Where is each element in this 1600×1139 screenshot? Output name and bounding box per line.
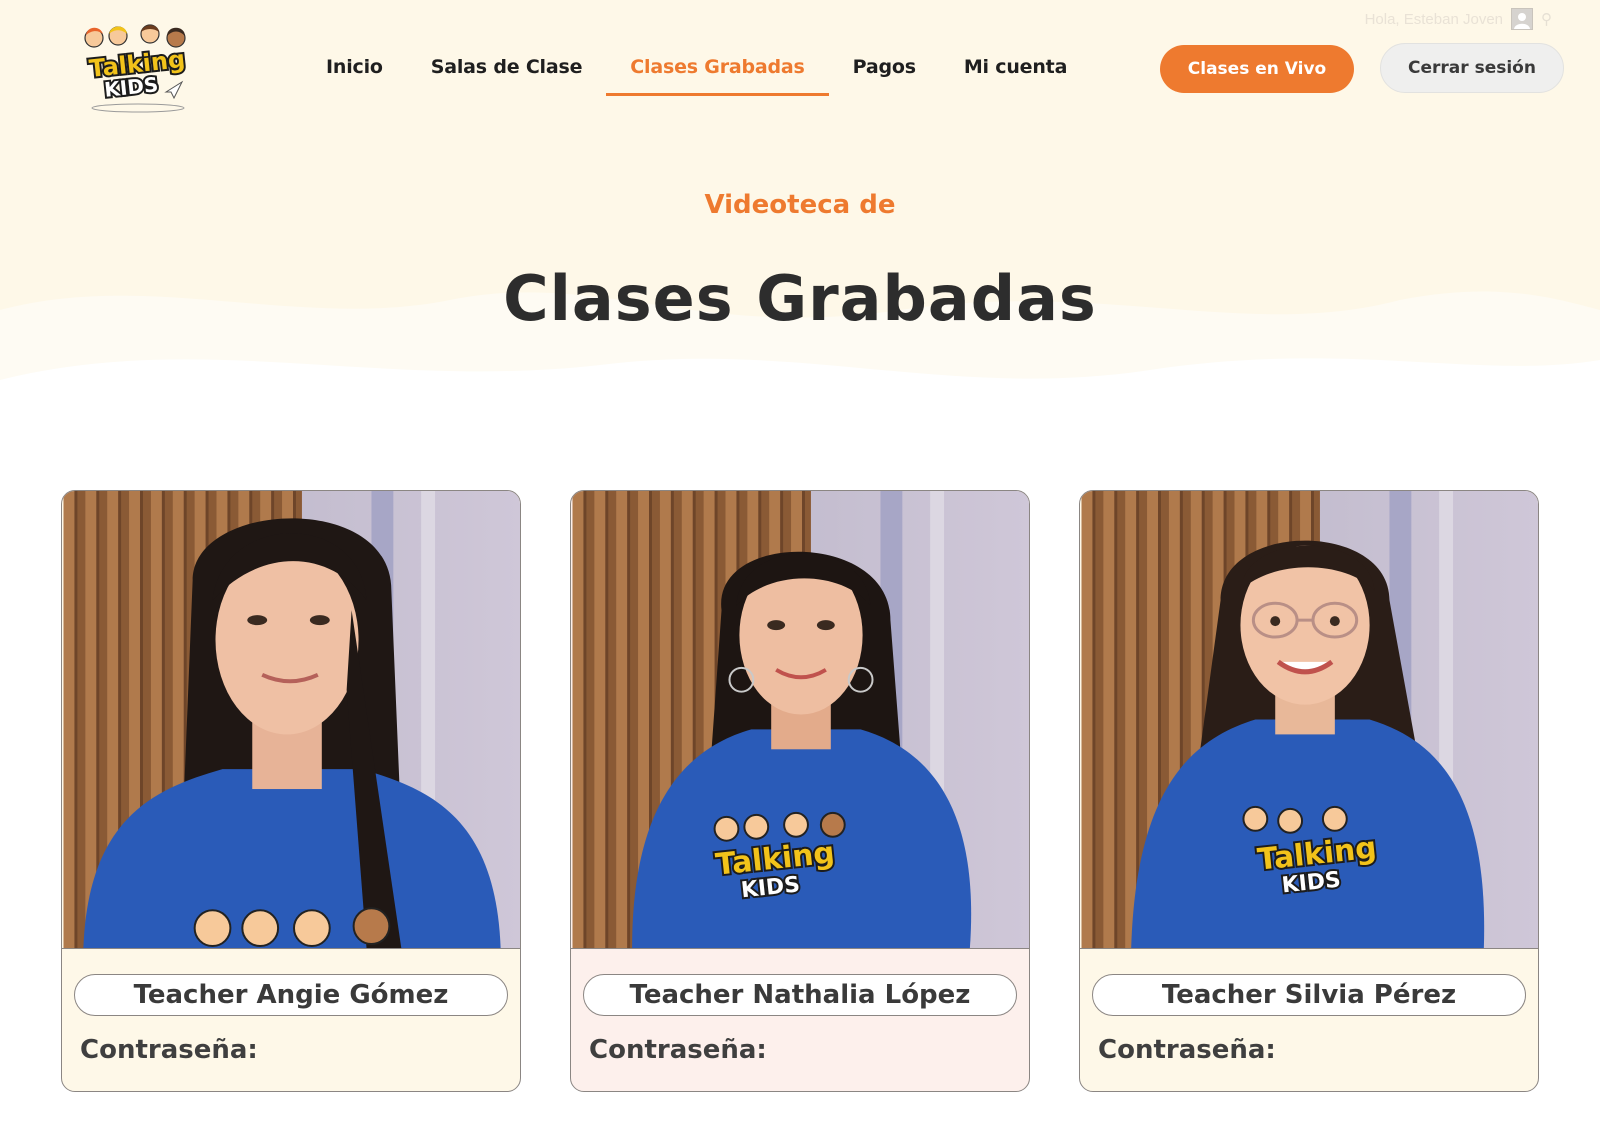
search-icon[interactable]: ⚲ <box>1541 10 1552 28</box>
svg-text:KIDS: KIDS <box>103 72 159 102</box>
user-greeting[interactable]: Hola, Esteban Joven ⚲ <box>1365 8 1552 30</box>
clases-en-vivo-button[interactable]: Clases en Vivo <box>1160 45 1354 93</box>
password-label: Contraseña: <box>589 1035 767 1065</box>
teacher-name: Teacher Silvia Pérez <box>1092 974 1526 1016</box>
nav-item-salas-de-clase[interactable]: Salas de Clase <box>407 48 607 96</box>
greeting-text: Hola, Esteban Joven <box>1364 10 1503 28</box>
teacher-photo: Talking KIDS <box>571 491 1029 949</box>
teacher-name: Teacher Angie Gómez <box>74 974 508 1016</box>
nav-item-clases-grabadas[interactable]: Clases Grabadas <box>606 48 829 96</box>
page-title: Clases Grabadas <box>503 262 1097 335</box>
hero-subtitle: Videoteca de <box>704 190 896 220</box>
teacher-card[interactable]: Talking KIDS Teacher Nathalia López Cont… <box>570 490 1030 1092</box>
nav-item-inicio[interactable]: Inicio <box>302 48 407 96</box>
nav-item-mi-cuenta[interactable]: Mi cuenta <box>940 48 1091 96</box>
password-label: Contraseña: <box>80 1035 258 1065</box>
talking-kids-logo[interactable]: Talking KIDS <box>78 20 198 114</box>
user-avatar-icon[interactable] <box>1511 8 1533 30</box>
nav-item-pagos[interactable]: Pagos <box>829 48 940 96</box>
password-label: Contraseña: <box>1098 1035 1276 1065</box>
teacher-cards: Teacher Angie Gómez Contraseña: Talking … <box>61 490 1541 1092</box>
logout-button[interactable]: Cerrar sesión <box>1380 43 1564 93</box>
teacher-photo: Talking KIDS <box>1080 491 1538 949</box>
teacher-photo <box>62 491 520 949</box>
teacher-card[interactable]: Talking KIDS Teacher Silvia Pérez Contra… <box>1079 490 1539 1092</box>
main-nav: Inicio Salas de Clase Clases Grabadas Pa… <box>302 48 1091 98</box>
teacher-name: Teacher Nathalia López <box>583 974 1017 1016</box>
teacher-card[interactable]: Teacher Angie Gómez Contraseña: <box>61 490 521 1092</box>
